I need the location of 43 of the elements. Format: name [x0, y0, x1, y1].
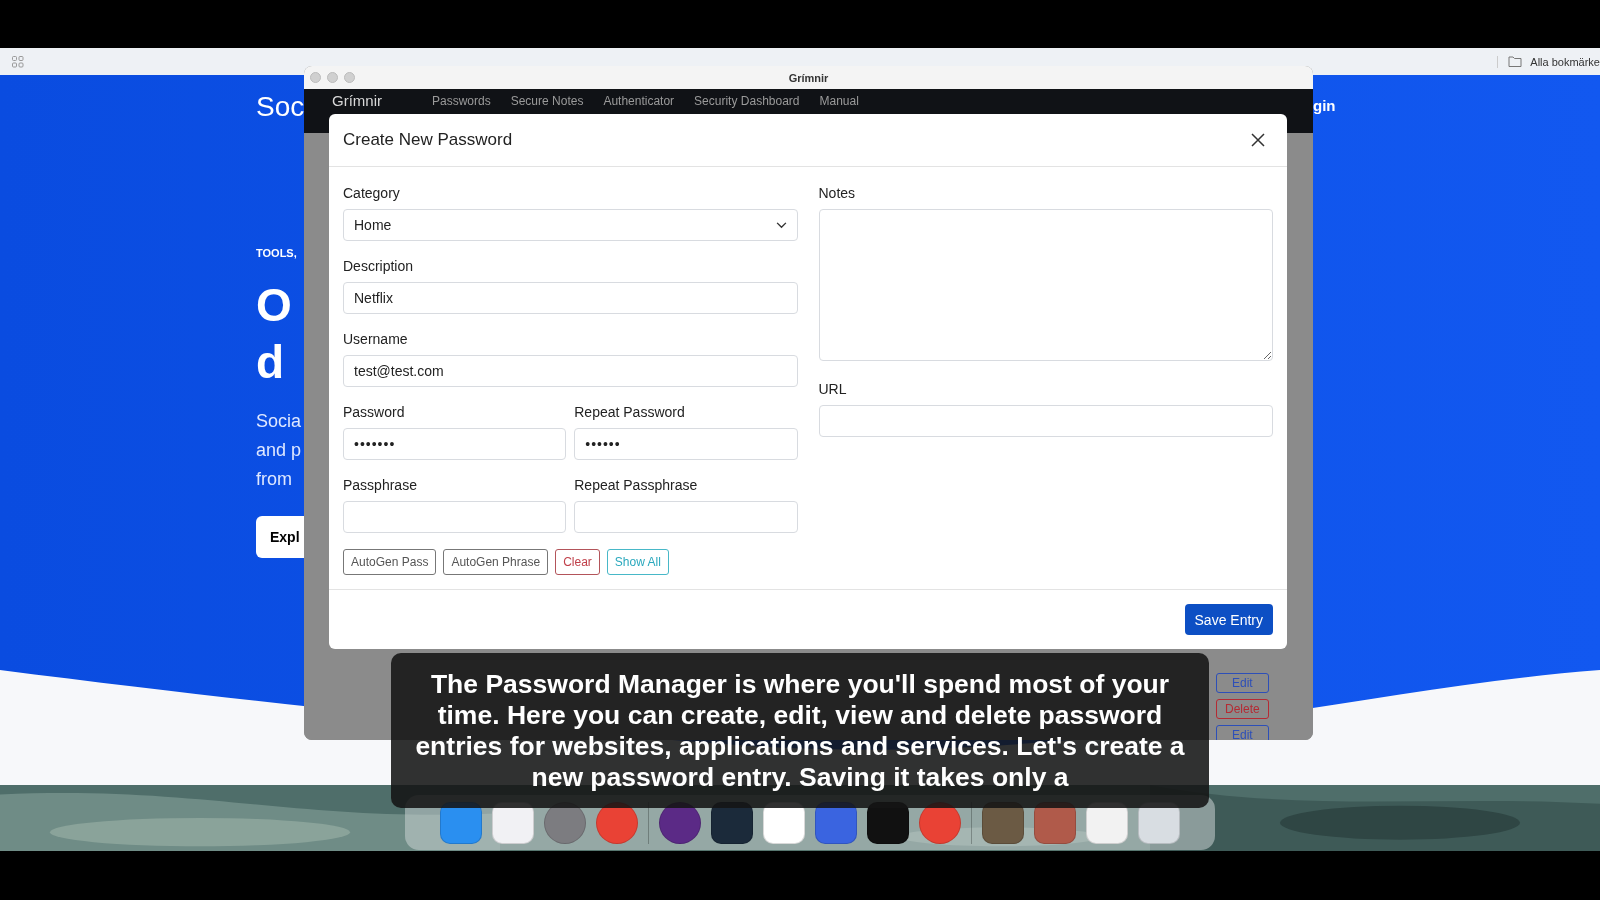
nav-link[interactable]: Authenticator [603, 92, 675, 110]
caption-text: The Password Manager is where you'll spend most of your time. Here you can create, edit, view and delete password entries for websites, applications and services. Let's create a new password entry. Saving it takes only a [414, 668, 1186, 793]
passphrase-field[interactable] [343, 501, 567, 533]
field-label: Category [343, 185, 400, 201]
hero-text: Socia [256, 410, 303, 433]
field-label: URL [818, 381, 847, 397]
field-label: Notes [818, 185, 856, 201]
modal-title: Create New Password [343, 130, 513, 150]
form-action-button[interactable]: AutoGen Pass [343, 549, 437, 575]
nav-link[interactable]: Manual [819, 92, 859, 110]
chevron-down-icon [775, 221, 787, 229]
field-label: Passphrase [343, 477, 418, 493]
folder-icon [1508, 56, 1523, 67]
hero-text: from [256, 468, 293, 491]
nav-link[interactable]: Security Dashboard [694, 92, 800, 110]
field-label: Username [343, 331, 408, 347]
hero-text: and p [256, 439, 303, 462]
field-label: Description [343, 258, 414, 274]
repeat-password-field[interactable]: •••••• [574, 428, 798, 460]
nav-link[interactable]: Secure Notes [510, 92, 584, 110]
eyebrow-text: TOOLS, [256, 247, 298, 259]
save-entry-button[interactable]: Save Entry [1184, 604, 1273, 635]
nav-link[interactable]: Passwords [432, 92, 491, 110]
description-field[interactable]: Netflix [343, 282, 798, 314]
notes-field[interactable] [818, 209, 1273, 361]
app-logo[interactable]: Grímnir [332, 92, 382, 110]
form-action-button[interactable]: AutoGen Phrase [443, 549, 549, 575]
field-label: Repeat Passphrase [574, 477, 699, 493]
field-label: Password [343, 404, 406, 420]
site-logo[interactable]: Soc [256, 91, 305, 123]
username-field[interactable]: test@test.com [343, 355, 798, 387]
repeat-passphrase-field[interactable] [574, 501, 798, 533]
password-field[interactable]: ••••••• [343, 428, 567, 460]
hero-heading: d [256, 335, 286, 390]
hero-heading: O [256, 278, 293, 333]
form-action-button[interactable]: Clear [555, 549, 600, 575]
field-label: Repeat Password [574, 404, 686, 420]
close-icon[interactable] [1251, 133, 1265, 147]
category-select[interactable]: Home [343, 209, 798, 241]
login-link[interactable]: gin [1313, 97, 1336, 114]
bookmarks-link[interactable]: Alla bokmärke [1530, 55, 1600, 68]
window-title: Grímnir [788, 71, 829, 84]
url-field[interactable] [818, 405, 1273, 437]
